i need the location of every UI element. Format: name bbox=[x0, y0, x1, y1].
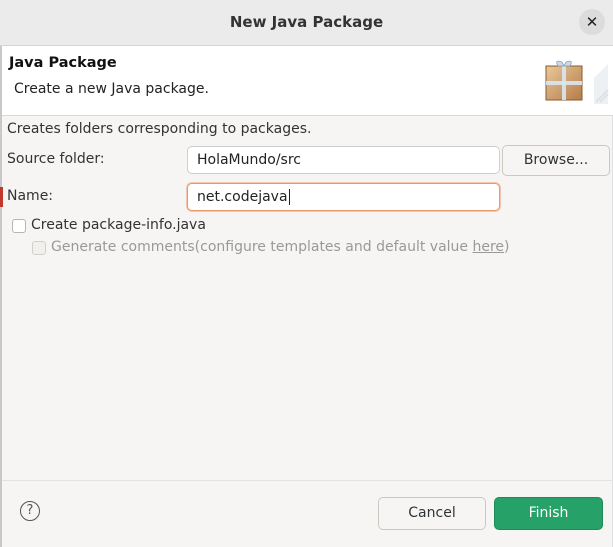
source-folder-label: Source folder: bbox=[7, 151, 105, 167]
generate-comments-label: Generate comments(configure templates an… bbox=[51, 239, 510, 255]
title-bar: New Java Package ✕ bbox=[0, 0, 613, 46]
generate-comments-hint: (configure templates and default value bbox=[194, 239, 473, 255]
header-title: Java Package bbox=[9, 55, 117, 71]
source-folder-input[interactable]: HolaMundo/src bbox=[187, 146, 500, 174]
dialog-title: New Java Package bbox=[229, 13, 384, 31]
source-folder-value: HolaMundo/src bbox=[197, 152, 301, 168]
name-input[interactable]: net.codejava bbox=[187, 183, 500, 211]
close-icon: ✕ bbox=[585, 13, 599, 31]
form-description: Creates folders corresponding to package… bbox=[7, 121, 312, 137]
close-button[interactable]: ✕ bbox=[579, 9, 605, 35]
cancel-button[interactable]: Cancel bbox=[378, 497, 486, 530]
configure-templates-link[interactable]: here bbox=[472, 239, 504, 255]
help-button[interactable]: ? bbox=[20, 501, 40, 521]
package-icon bbox=[544, 58, 610, 112]
left-border bbox=[0, 46, 2, 547]
create-package-info-label[interactable]: Create package-info.java bbox=[31, 217, 206, 233]
name-label: Name: bbox=[7, 188, 54, 204]
browse-button[interactable]: Browse... bbox=[502, 145, 610, 176]
generate-comments-text: Generate comments bbox=[51, 239, 195, 255]
text-caret bbox=[288, 189, 290, 205]
name-value: net.codejava bbox=[197, 189, 288, 205]
finish-button[interactable]: Finish bbox=[494, 497, 603, 530]
generate-comments-hint-end: ) bbox=[504, 239, 510, 255]
header-description: Create a new Java package. bbox=[14, 81, 209, 97]
create-package-info-checkbox[interactable] bbox=[12, 219, 26, 233]
help-icon: ? bbox=[26, 503, 34, 518]
background-marker bbox=[0, 187, 3, 207]
wizard-header: Java Package Create a new Java package. bbox=[2, 46, 613, 116]
generate-comments-checkbox[interactable] bbox=[32, 241, 46, 255]
footer-separator bbox=[2, 480, 613, 481]
